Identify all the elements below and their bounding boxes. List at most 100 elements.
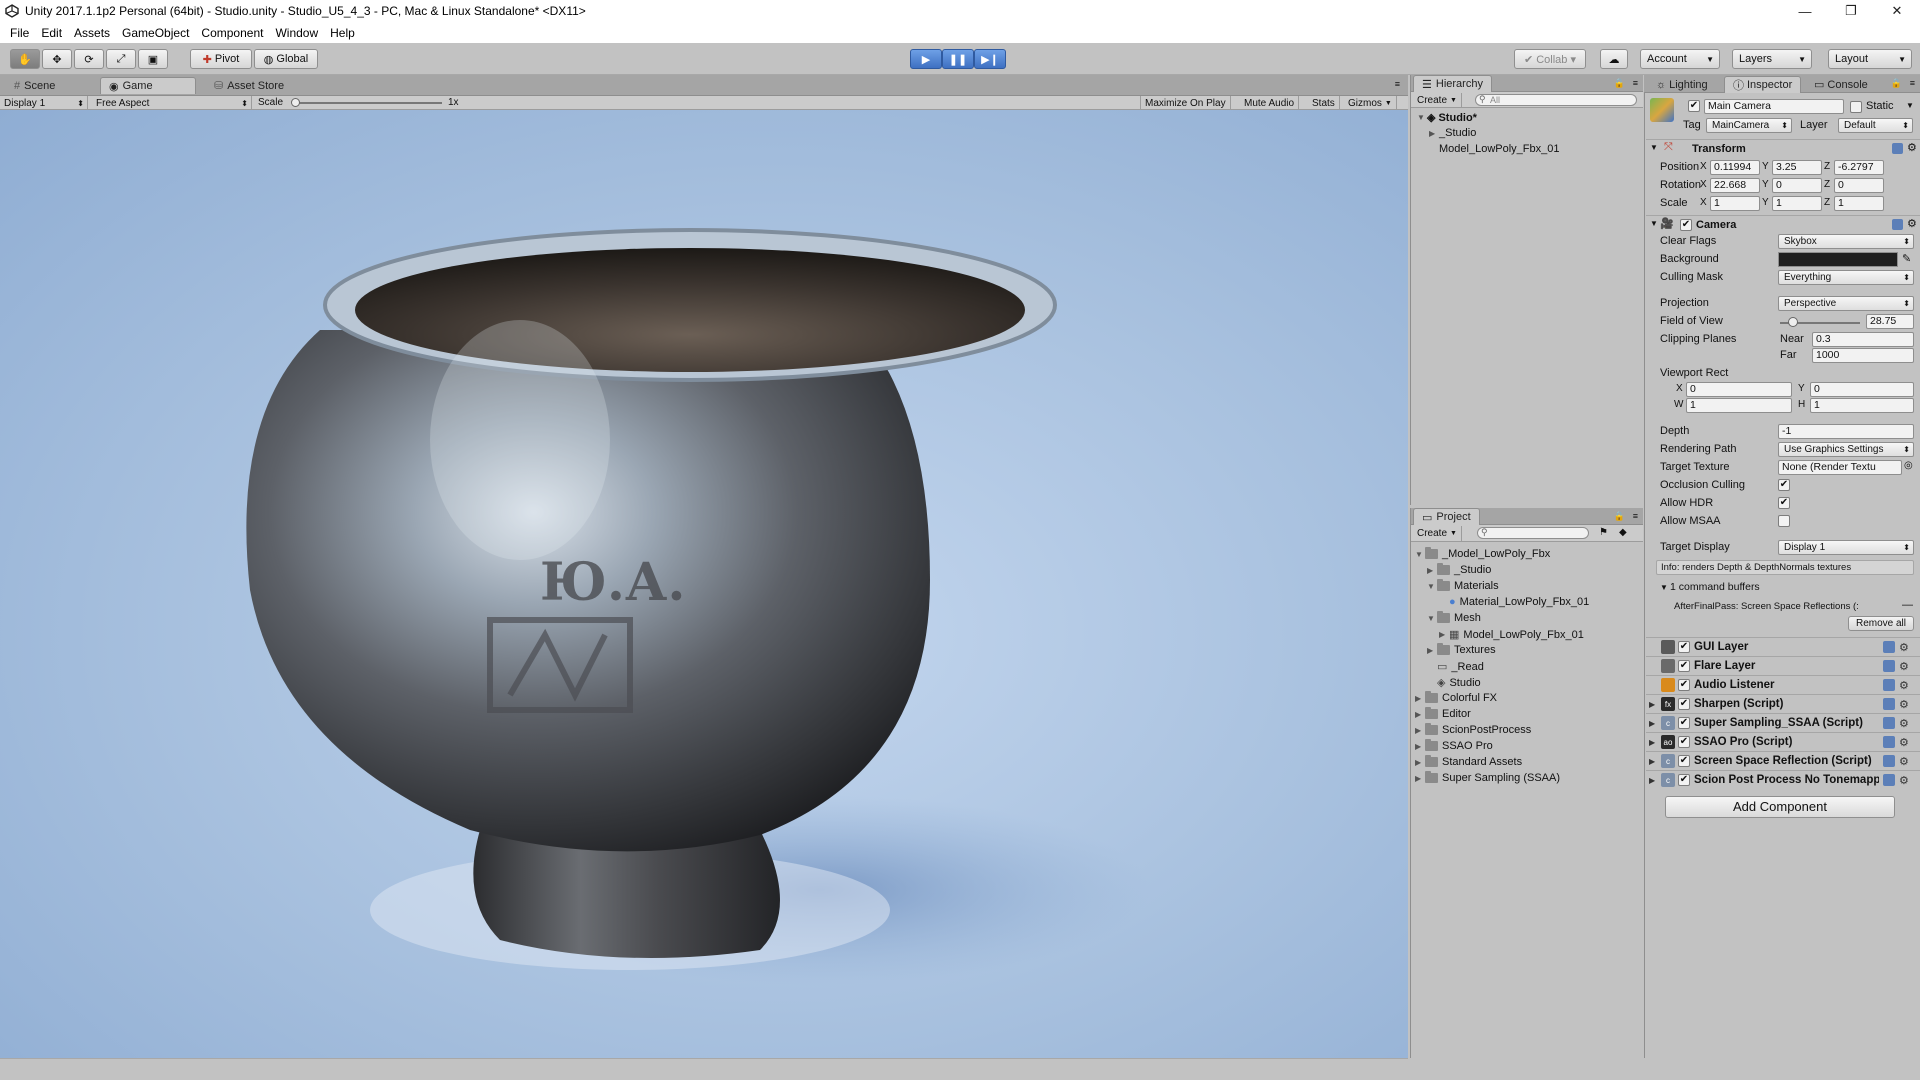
book-icon[interactable]	[1883, 774, 1895, 786]
tab-asset-store[interactable]: ⛁ Asset Store	[206, 77, 292, 94]
book-icon[interactable]	[1883, 660, 1895, 672]
axis-label[interactable]: X	[1700, 197, 1707, 208]
tab-project[interactable]: ▭ Project	[1413, 508, 1480, 525]
active-checkbox[interactable]: ✔	[1688, 100, 1700, 112]
component-header[interactable]: ✔ Audio Listener ⚙	[1646, 675, 1920, 694]
move-tool-button[interactable]: ✥	[42, 49, 72, 69]
project-search-input[interactable]	[1477, 527, 1589, 539]
book-icon[interactable]	[1883, 755, 1895, 767]
expand-arrow-icon[interactable]: ▶	[1415, 774, 1425, 783]
tab-game[interactable]: ◉ Game	[100, 77, 196, 94]
menu-window[interactable]: Window	[269, 26, 324, 40]
lock-icon[interactable]: 🔒	[1614, 511, 1625, 522]
hierarchy-item[interactable]: Model_LowPoly_Fbx_01	[1439, 143, 1559, 155]
project-item[interactable]: ▶ Super Sampling (SSAA)	[1415, 771, 1560, 784]
project-item[interactable]: ▶ _Studio	[1427, 563, 1491, 576]
tag-dropdown[interactable]: MainCamera	[1706, 118, 1792, 133]
component-enabled-checkbox[interactable]: ✔	[1678, 679, 1690, 691]
stats-toggle[interactable]: Stats	[1308, 96, 1340, 110]
gear-icon[interactable]: ⚙	[1899, 698, 1909, 711]
gear-icon[interactable]: ⚙	[1899, 774, 1909, 787]
axis-label[interactable]: Y	[1762, 161, 1769, 172]
allow-hdr-checkbox[interactable]: ✔	[1778, 497, 1790, 509]
global-toggle[interactable]: ◍ Global	[254, 49, 318, 69]
axis-label[interactable]: X	[1700, 179, 1707, 190]
remove-all-button[interactable]: Remove all	[1848, 616, 1914, 631]
menu-file[interactable]: File	[4, 26, 35, 40]
project-item[interactable]: ▼ Materials	[1427, 579, 1499, 592]
tab-lighting[interactable]: ☼ Lighting	[1648, 76, 1716, 93]
expand-arrow-icon[interactable]: ▶	[1415, 710, 1425, 719]
project-item[interactable]: ▶ Textures	[1427, 643, 1496, 656]
panel-menu-icon[interactable]: ≡	[1395, 79, 1400, 89]
chevron-down-icon[interactable]: ▼	[1906, 101, 1914, 110]
scale-tool-button[interactable]: ⤢	[106, 49, 136, 69]
step-button[interactable]: ▶❙	[974, 49, 1006, 69]
aspect-dropdown[interactable]: Free Aspect ⬍	[92, 96, 252, 110]
component-header[interactable]: ▶ ao ✔ SSAO Pro (Script) ⚙	[1646, 732, 1920, 751]
maximize-button[interactable]: ❐	[1828, 0, 1874, 22]
hand-tool-button[interactable]: ✋	[10, 49, 40, 69]
fov-field[interactable]: 28.75	[1866, 314, 1914, 329]
book-icon[interactable]	[1883, 641, 1895, 653]
project-item[interactable]: ▶ Editor	[1415, 707, 1471, 720]
tab-console[interactable]: ▭ Console	[1806, 76, 1876, 93]
expand-arrow-icon[interactable]: ▼	[1415, 550, 1425, 559]
book-icon[interactable]	[1892, 219, 1903, 230]
allow-msaa-checkbox[interactable]	[1778, 515, 1790, 527]
panel-menu-icon[interactable]: ≡	[1633, 78, 1638, 88]
play-button[interactable]: ▶	[910, 49, 942, 69]
depth-field[interactable]: -1	[1778, 424, 1914, 439]
background-color-swatch[interactable]	[1778, 252, 1898, 267]
gear-icon[interactable]: ⚙	[1899, 641, 1909, 654]
viewport-h-field[interactable]: 1	[1810, 398, 1914, 413]
component-header[interactable]: ▶ c ✔ Super Sampling_SSAA (Script) ⚙	[1646, 713, 1920, 732]
expand-arrow-icon[interactable]: ▶	[1415, 742, 1425, 751]
expand-arrow-icon[interactable]: ▶	[1415, 758, 1425, 767]
expand-arrow-icon[interactable]: ▶	[1646, 719, 1658, 728]
tab-hierarchy[interactable]: ☰ Hierarchy	[1413, 75, 1492, 92]
maximize-on-play-toggle[interactable]: Maximize On Play	[1140, 96, 1231, 110]
component-header[interactable]: ▶ c ✔ Scion Post Process No Tonemapping ⚙	[1646, 770, 1920, 789]
add-component-button[interactable]: Add Component	[1665, 796, 1895, 818]
expand-arrow-icon[interactable]: ▶	[1646, 738, 1658, 747]
layers-dropdown[interactable]: Layers ▼	[1732, 49, 1812, 69]
component-enabled-checkbox[interactable]: ✔	[1678, 717, 1690, 729]
filter-by-label-icon[interactable]: ◆	[1619, 527, 1627, 538]
project-item[interactable]: ▶ ScionPostProcess	[1415, 723, 1531, 736]
component-enabled-checkbox[interactable]: ✔	[1678, 660, 1690, 672]
project-item[interactable]: ▶ Colorful FX	[1415, 691, 1497, 704]
tab-inspector[interactable]: ⓘ Inspector	[1724, 76, 1802, 93]
object-picker-icon[interactable]: ◎	[1904, 460, 1913, 471]
lock-icon[interactable]: 🔒	[1614, 78, 1625, 89]
hierarchy-create-dropdown[interactable]: Create ▼	[1413, 93, 1462, 108]
menu-help[interactable]: Help	[324, 26, 361, 40]
clear-flags-dropdown[interactable]: Skybox	[1778, 234, 1914, 249]
object-name-field[interactable]: Main Camera	[1704, 99, 1844, 114]
target-texture-field[interactable]: None (Render Textu	[1778, 460, 1902, 475]
transform-rotation-y-field[interactable]: 0	[1772, 178, 1822, 193]
component-enabled-checkbox[interactable]: ✔	[1678, 698, 1690, 710]
gear-icon[interactable]: ⚙	[1899, 679, 1909, 692]
viewport-y-field[interactable]: 0	[1810, 382, 1914, 397]
gear-icon[interactable]: ⚙	[1899, 717, 1909, 730]
rect-tool-button[interactable]: ▣	[138, 49, 168, 69]
layout-dropdown[interactable]: Layout ▼	[1828, 49, 1912, 69]
gear-icon[interactable]: ⚙	[1907, 141, 1917, 154]
camera-enabled-checkbox[interactable]: ✔	[1680, 219, 1692, 231]
expand-arrow-icon[interactable]: ▶	[1415, 694, 1425, 703]
component-header[interactable]: ▶ fx ✔ Sharpen (Script) ⚙	[1646, 694, 1920, 713]
gizmos-dropdown[interactable]: Gizmos ▼	[1344, 96, 1397, 110]
transform-position-x-field[interactable]: 0.11994	[1710, 160, 1760, 175]
component-header[interactable]: ✔ Flare Layer ⚙	[1646, 656, 1920, 675]
project-item[interactable]: ▭ _Read	[1427, 660, 1484, 674]
hierarchy-item[interactable]: ▶ _Studio	[1429, 127, 1476, 139]
book-icon[interactable]	[1883, 717, 1895, 729]
filter-by-type-icon[interactable]: ⚑	[1599, 527, 1608, 538]
project-item[interactable]: ● Material_LowPoly_Fbx_01	[1439, 596, 1589, 608]
remove-icon[interactable]: —	[1902, 599, 1913, 611]
expand-arrow-icon[interactable]: ▼	[1660, 583, 1668, 592]
project-item[interactable]: ▶ ▦ Model_LowPoly_Fbx_01	[1439, 628, 1584, 642]
component-enabled-checkbox[interactable]: ✔	[1678, 736, 1690, 748]
transform-rotation-x-field[interactable]: 22.668	[1710, 178, 1760, 193]
